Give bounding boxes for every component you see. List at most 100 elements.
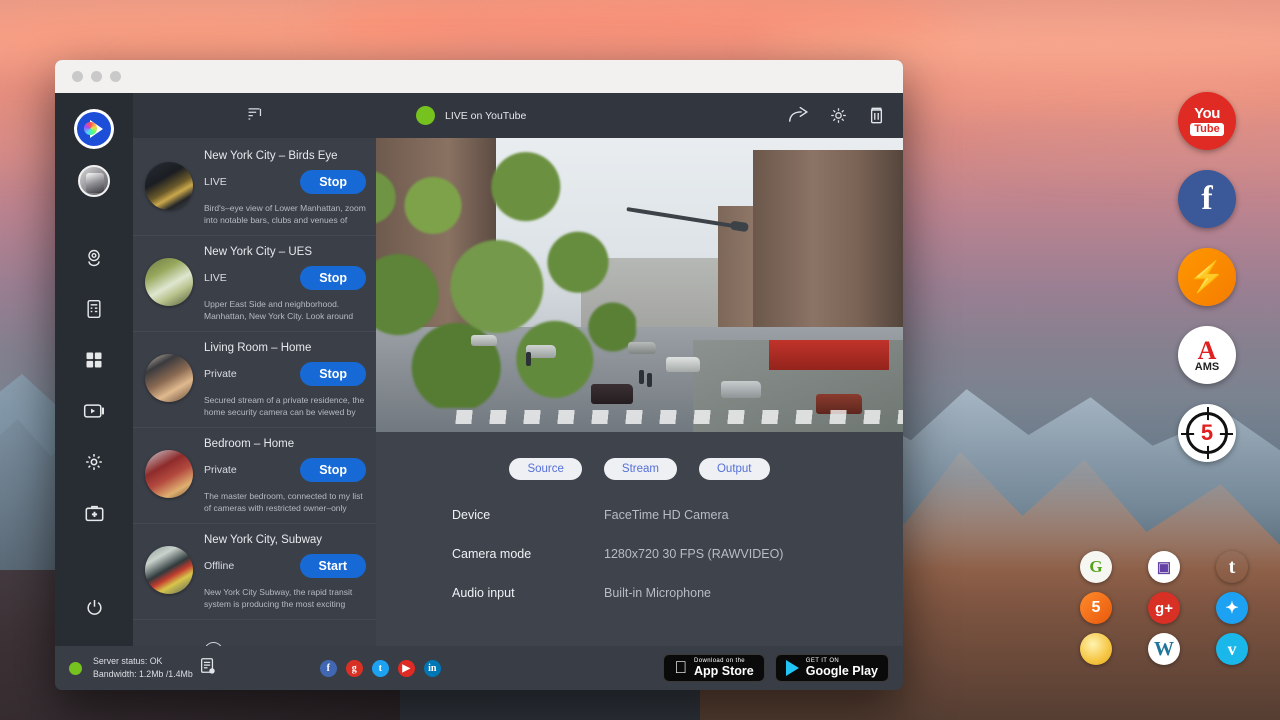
- camera-description: The master bedroom, connected to my list…: [204, 490, 366, 516]
- camera-list-item[interactable]: New York City – Birds Eye LIVE Stop Bird…: [133, 140, 376, 236]
- info-row-camera-mode: Camera mode 1280x720 30 FPS (RAWVIDEO): [452, 547, 903, 561]
- adobe-ams-label: AMS: [1195, 362, 1219, 373]
- desktop-mini-icon-grid: G ▣ t 5 g+ ✦ W v: [1080, 551, 1252, 665]
- camera-list-panel: New York City – Birds Eye LIVE Stop Bird…: [133, 93, 376, 646]
- twitter-icon[interactable]: t: [372, 660, 389, 677]
- minimize-button[interactable]: [91, 71, 102, 82]
- tumblr-icon[interactable]: t: [1216, 551, 1248, 583]
- cloud-streak: [0, 8, 460, 68]
- five-icon[interactable]: 5: [1080, 592, 1112, 624]
- info-value[interactable]: FaceTime HD Camera: [604, 508, 729, 522]
- camera-action-button[interactable]: Stop: [300, 458, 366, 482]
- app-store-badge[interactable]:  Download on the App Store: [663, 654, 764, 682]
- sidebar-item-cameras[interactable]: [70, 233, 118, 283]
- sidebar-item-power[interactable]: [70, 582, 118, 632]
- groupon-glyph: G: [1089, 557, 1102, 577]
- camera-action-button[interactable]: Stop: [300, 266, 366, 290]
- info-label: Audio input: [452, 586, 604, 600]
- wordpress-glyph: W: [1154, 638, 1174, 661]
- sort-icon[interactable]: [246, 105, 263, 127]
- vimeo-icon[interactable]: v: [1216, 633, 1248, 665]
- video-tree-foliage: [376, 138, 636, 408]
- camera-list-item[interactable]: Bedroom – Home Private Stop The master b…: [133, 428, 376, 524]
- sidebar-item-dashboard[interactable]: [70, 335, 118, 385]
- cloud-streak: [320, 0, 960, 60]
- status-bar: Server status: OK Bandwidth: 1.2Mb /1.4M…: [55, 646, 903, 690]
- twitter-icon[interactable]: ✦: [1216, 592, 1248, 624]
- video-car: [471, 335, 497, 346]
- tab-source[interactable]: Source: [509, 458, 581, 480]
- sidebar-item-support[interactable]: [70, 488, 118, 538]
- sidebar-item-devices[interactable]: [70, 284, 118, 334]
- log-document-icon[interactable]: [199, 657, 216, 680]
- zoom-button[interactable]: [110, 71, 121, 82]
- main-panel: LIVE on YouTube: [376, 93, 903, 646]
- groupon-icon[interactable]: G: [1080, 551, 1112, 583]
- camera-state: Offline: [204, 560, 234, 572]
- gear-icon[interactable]: [829, 106, 848, 125]
- camera-action-button[interactable]: Stop: [300, 170, 366, 194]
- orange-bolt-shortcut[interactable]: ⚡: [1178, 248, 1236, 306]
- twitch-icon[interactable]: ▣: [1148, 551, 1180, 583]
- youtube-icon[interactable]: ▶: [398, 660, 415, 677]
- power-icon: [85, 598, 104, 617]
- video-car: [666, 357, 700, 372]
- first-aid-icon: [84, 504, 105, 523]
- camera-action-button[interactable]: Stop: [300, 362, 366, 386]
- video-car: [721, 381, 761, 398]
- camera-title: Living Room – Home: [204, 340, 366, 354]
- five-glyph: 5: [1092, 599, 1101, 617]
- avatar[interactable]: [78, 165, 110, 197]
- wordpress-icon[interactable]: W: [1148, 633, 1180, 665]
- tab-stream[interactable]: Stream: [604, 458, 677, 480]
- add-camera-button[interactable]: + Add Camera: [133, 620, 376, 646]
- vimeo-glyph: v: [1228, 639, 1237, 660]
- camera-list-item[interactable]: New York City, Subway Offline Start New …: [133, 524, 376, 620]
- info-value[interactable]: Built-in Microphone: [604, 586, 711, 600]
- desktop-shortcut-column: You Tube f ⚡ A AMS 5: [1178, 92, 1238, 482]
- camera-list-item[interactable]: New York City – UES LIVE Stop Upper East…: [133, 236, 376, 332]
- channel-five-shortcut[interactable]: 5: [1178, 404, 1236, 462]
- info-value[interactable]: 1280x720 30 FPS (RAWVIDEO): [604, 547, 783, 561]
- sun-icon[interactable]: [1080, 633, 1112, 665]
- camera-list-item[interactable]: Living Room – Home Private Stop Secured …: [133, 332, 376, 428]
- facebook-icon[interactable]: f: [320, 660, 337, 677]
- video-car: [628, 342, 656, 354]
- linkedin-icon[interactable]: in: [424, 660, 441, 677]
- live-indicator-dot: [416, 106, 435, 125]
- gplus-glyph: g+: [1155, 600, 1173, 617]
- facebook-shortcut[interactable]: f: [1178, 170, 1236, 228]
- sidebar-item-settings[interactable]: [70, 437, 118, 487]
- youtube-shortcut[interactable]: You Tube: [1178, 92, 1236, 150]
- google-plus-icon[interactable]: g+: [1148, 592, 1180, 624]
- camera-icon: [84, 248, 104, 268]
- camera-state: LIVE: [204, 272, 227, 284]
- video-red-awning: [769, 340, 889, 370]
- info-label: Camera mode: [452, 547, 604, 561]
- tab-output[interactable]: Output: [699, 458, 770, 480]
- camera-thumbnail: [145, 546, 193, 594]
- camera-state: Private: [204, 464, 237, 476]
- facebook-glyph: f: [1201, 180, 1212, 218]
- camera-title: Bedroom – Home: [204, 436, 366, 450]
- video-preview[interactable]: [376, 138, 903, 432]
- google-play-badge[interactable]: GET IT ON Google Play: [775, 654, 889, 682]
- camera-list[interactable]: New York City – Birds Eye LIVE Stop Bird…: [133, 138, 376, 646]
- settings-tabs: Source Stream Output: [376, 432, 903, 480]
- camera-description: Secured stream of a private residence, t…: [204, 394, 366, 420]
- camera-thumbnail: [145, 354, 193, 402]
- adobe-ams-shortcut[interactable]: A AMS: [1178, 326, 1236, 384]
- camera-action-button[interactable]: Start: [300, 554, 366, 578]
- camera-thumbnail: [145, 258, 193, 306]
- close-button[interactable]: [72, 71, 83, 82]
- rainbow-icon: [84, 122, 97, 135]
- google-plus-icon[interactable]: g: [346, 660, 363, 677]
- sidebar-item-recordings[interactable]: [70, 386, 118, 436]
- trash-icon[interactable]: [868, 106, 885, 125]
- google-play-label: Google Play: [806, 665, 878, 678]
- app-logo[interactable]: [74, 109, 114, 149]
- video-icon: [83, 402, 105, 420]
- desktop-background: You Tube f ⚡ A AMS 5 G ▣ t 5 g+ ✦ W v: [0, 0, 1280, 720]
- live-status: LIVE on YouTube: [416, 106, 526, 125]
- share-icon[interactable]: [788, 106, 809, 125]
